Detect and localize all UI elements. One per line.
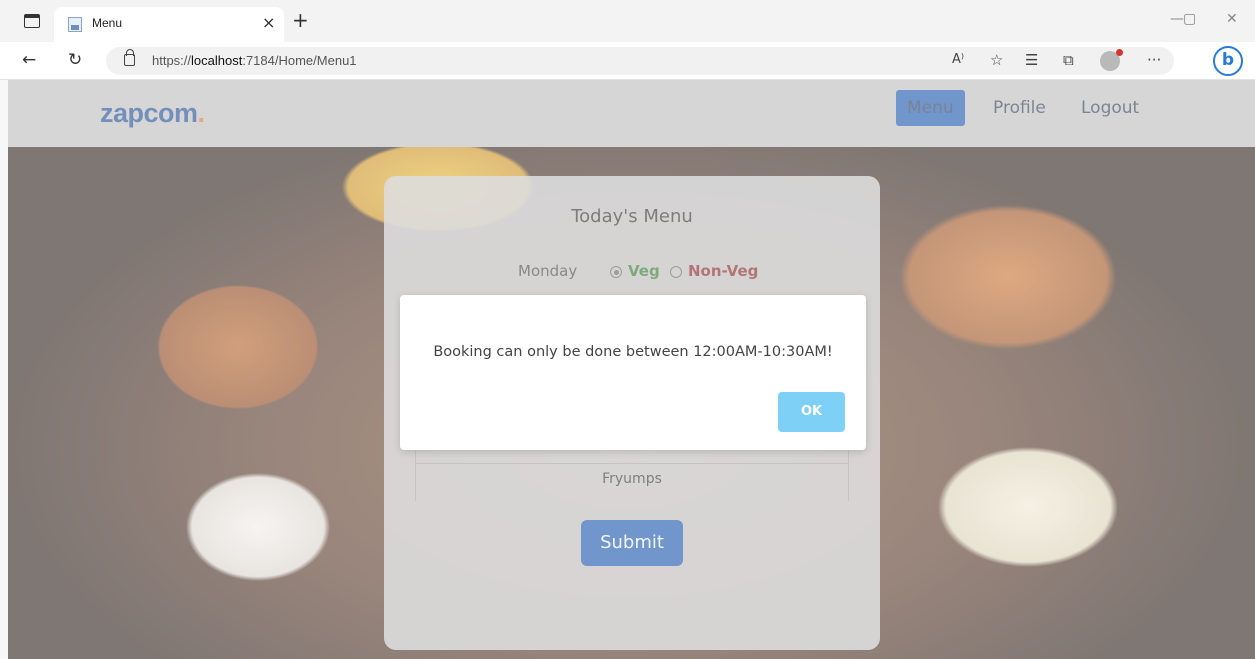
favorites-icon[interactable]: ☰ (1025, 51, 1038, 69)
profile-icon[interactable] (1100, 49, 1123, 71)
lock-icon[interactable] (124, 49, 135, 66)
favorite-icon[interactable]: ☆ (990, 51, 1003, 69)
ok-button[interactable]: OK (778, 392, 845, 432)
tab-title: Menu (92, 16, 123, 30)
browser-toolbar: ← ↻ https://localhost:7184/Home/Menu1 A⁾… (0, 42, 1255, 80)
maximize-button[interactable]: ▢ (1183, 11, 1196, 27)
minimize-button[interactable]: — (1170, 11, 1184, 27)
close-window-button[interactable]: ✕ (1226, 11, 1238, 27)
tab-actions-icon[interactable] (24, 14, 40, 28)
new-tab-button[interactable]: + (292, 8, 309, 32)
bing-icon[interactable]: b (1213, 46, 1243, 76)
web-page: zapcom. Menu Profile Logout Today's Menu… (8, 80, 1255, 659)
refresh-icon[interactable]: ↻ (68, 50, 82, 70)
back-icon[interactable]: ← (22, 50, 36, 70)
dialog-message: Booking can only be done between 12:00AM… (433, 344, 833, 360)
address-bar[interactable]: https://localhost:7184/Home/Menu1 A⁾ ☆ (106, 47, 1174, 75)
collections-icon[interactable]: ⧉ (1063, 51, 1074, 69)
url-text[interactable]: https://localhost:7184/Home/Menu1 (152, 53, 357, 68)
browser-tab-bar: Menu × + — ▢ ✕ (0, 0, 1255, 42)
browser-tab[interactable]: Menu × (54, 7, 284, 42)
read-aloud-icon[interactable]: A⁾ (952, 52, 964, 67)
tab-close-icon[interactable]: × (262, 13, 275, 32)
alert-dialog: Booking can only be done between 12:00AM… (400, 295, 866, 450)
page-favicon-icon (68, 17, 82, 32)
more-icon[interactable]: ··· (1147, 51, 1161, 69)
